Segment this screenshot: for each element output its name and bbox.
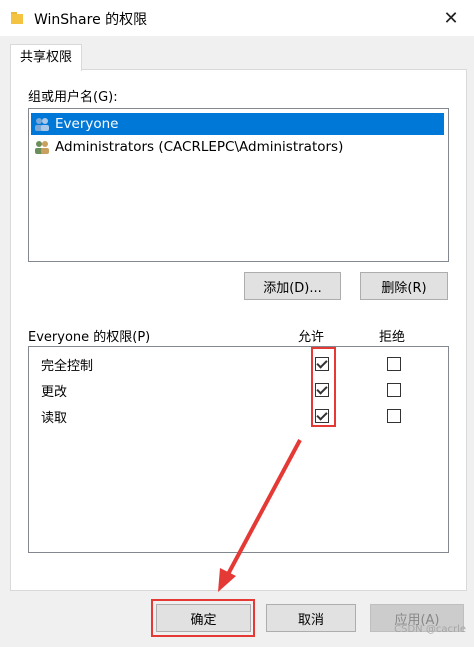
permission-row-change: 更改 (29, 377, 448, 403)
permission-name: 读取 (41, 411, 68, 426)
deny-checkbox-full-control[interactable] (387, 357, 401, 371)
folder-icon (11, 12, 23, 24)
deny-checkbox-read[interactable] (387, 409, 401, 423)
deny-column-header: 拒绝 (379, 330, 406, 345)
add-button[interactable]: 添加(D)... (244, 272, 341, 300)
list-item-label: Everyone (55, 116, 119, 132)
allow-column-highlight (311, 347, 336, 427)
list-item-administrators[interactable]: Administrators (CACRLEPC\Administrators) (31, 136, 444, 158)
permissions-label: Everyone 的权限(P) (28, 330, 151, 345)
remove-button[interactable]: 删除(R) (360, 272, 448, 300)
permission-row-full-control: 完全控制 (29, 351, 448, 377)
permission-name: 完全控制 (41, 359, 94, 374)
users-icon (35, 118, 49, 131)
users-icon (35, 141, 49, 154)
permission-row-read: 读取 (29, 403, 448, 429)
list-item-label: Administrators (CACRLEPC\Administrators) (55, 139, 344, 155)
tab-share-permissions[interactable]: 共享权限 (10, 44, 82, 71)
watermark: CSDN @cacrle (394, 624, 466, 635)
cancel-button[interactable]: 取消 (266, 604, 356, 632)
close-button[interactable]: ✕ (428, 0, 474, 36)
allow-column-header: 允许 (298, 330, 325, 345)
list-item-everyone[interactable]: Everyone (31, 113, 444, 135)
groups-label: 组或用户名(G): (28, 90, 118, 105)
groups-listbox[interactable]: Everyone Administrators (CACRLEPC\Admini… (28, 108, 449, 262)
title-bar: WinShare 的权限 ✕ (0, 0, 474, 36)
ok-button-highlight (151, 599, 255, 637)
permission-name: 更改 (41, 385, 68, 400)
permissions-list: 完全控制 更改 读取 (28, 346, 449, 553)
permissions-panel: 组或用户名(G): Everyone Administrators (CACRL… (10, 69, 467, 591)
close-icon: ✕ (443, 7, 459, 29)
deny-checkbox-change[interactable] (387, 383, 401, 397)
window-title: WinShare 的权限 (34, 12, 148, 28)
